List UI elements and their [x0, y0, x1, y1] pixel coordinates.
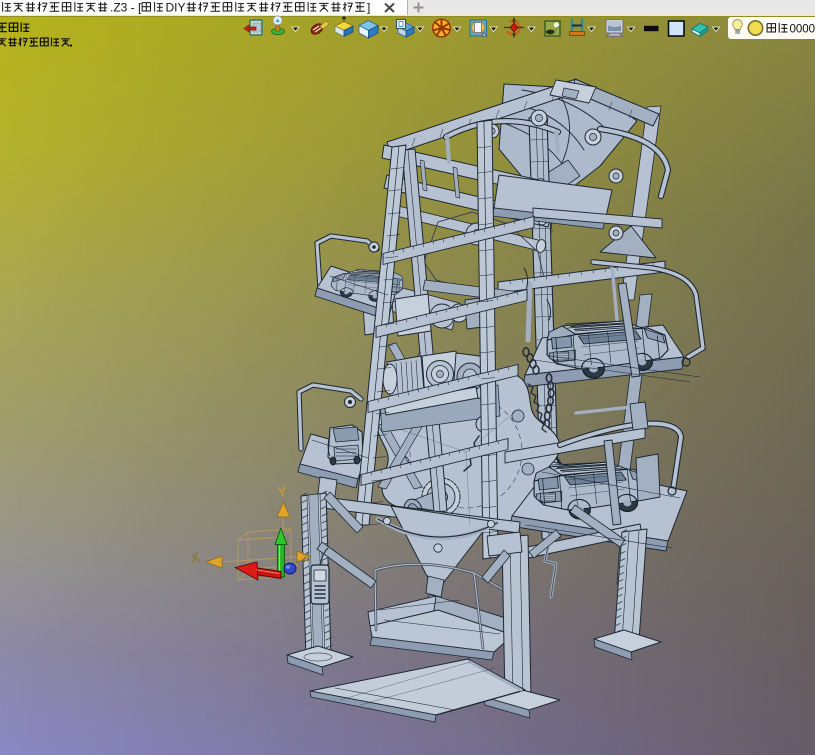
svg-text:Z: Z: [302, 552, 309, 564]
